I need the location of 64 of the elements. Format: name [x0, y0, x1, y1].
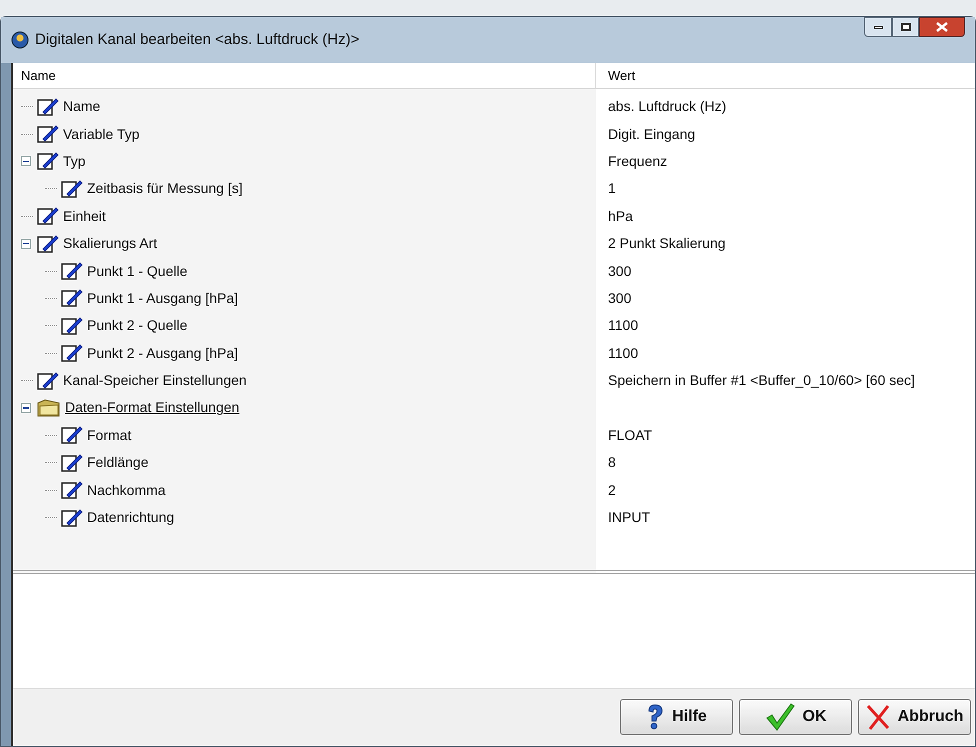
- property-name: Punkt 1 - Ausgang [hPa]: [87, 288, 238, 308]
- edit-document-icon: [61, 288, 83, 308]
- property-value: Digit. Eingang: [607, 124, 696, 144]
- edit-document-icon: [61, 508, 83, 528]
- edit-document-icon: [61, 343, 83, 364]
- edit-document-icon: [61, 425, 83, 446]
- property-value: 2 Punkt Skalierung: [607, 234, 726, 254]
- question-mark-icon: [646, 704, 664, 730]
- edit-document-icon: [37, 124, 59, 144]
- dialog-button[interactable]: Abbruch: [858, 698, 971, 734]
- window-title: Digitalen Kanal bearbeiten <abs. Luftdruck (Hz)>: [35, 30, 360, 50]
- edit-document-icon: [37, 206, 59, 226]
- property-value: 8: [607, 453, 616, 472]
- property-value: 300: [607, 288, 632, 308]
- edit-document-icon: [61, 316, 83, 336]
- property-name: Zeitbasis für Messung [s]: [87, 179, 243, 198]
- property-name: Skalierungs Art: [63, 234, 158, 254]
- close-icon: [936, 22, 948, 32]
- property-value: Frequenz: [607, 152, 668, 171]
- cross-icon: [866, 704, 890, 730]
- app-icon: [11, 31, 29, 49]
- property-name: Nachkomma: [87, 480, 166, 500]
- property-name: Typ: [63, 152, 86, 171]
- edit-document-icon: [61, 178, 83, 199]
- property-value: Speichern in Buffer #1 <Buffer_0_10/60> [60 sec]: [607, 371, 915, 390]
- folder-icon: [37, 398, 61, 418]
- collapse-toggle[interactable]: [21, 402, 31, 413]
- property-name: Punkt 2 - Quelle: [87, 316, 188, 336]
- maximize-button[interactable]: [892, 17, 919, 37]
- property-value: 2: [607, 480, 616, 500]
- property-value: 1: [607, 179, 616, 198]
- edit-document-icon: [37, 234, 59, 254]
- property-value: INPUT: [607, 508, 650, 528]
- property-name: Name: [63, 97, 100, 116]
- close-button[interactable]: [919, 17, 965, 37]
- property-value: 300: [607, 262, 632, 281]
- property-name: Feldlänge: [87, 453, 148, 472]
- property-name: Format: [87, 426, 132, 445]
- collapse-toggle[interactable]: [21, 156, 31, 166]
- edit-document-icon: [61, 452, 83, 473]
- column-header[interactable]: Wert: [596, 63, 975, 88]
- edit-document-icon: [37, 151, 59, 172]
- edit-document-icon: [61, 480, 83, 500]
- edit-document-icon: [37, 370, 59, 391]
- property-name: Punkt 1 - Quelle: [87, 262, 188, 281]
- edit-document-icon: [61, 261, 83, 282]
- edit-document-icon: [37, 96, 59, 117]
- property-name: Einheit: [63, 206, 106, 226]
- property-value: FLOAT: [607, 426, 652, 445]
- property-value: hPa: [607, 206, 633, 226]
- minimize-button[interactable]: [864, 17, 892, 37]
- property-value: 1100: [607, 344, 638, 363]
- property-name: Daten-Format Einstellungen: [65, 398, 240, 418]
- column-header[interactable]: Name: [13, 63, 596, 88]
- collapse-toggle[interactable]: [21, 238, 31, 249]
- property-name: Datenrichtung: [87, 508, 174, 528]
- property-name: Kanal-Speicher Einstellungen: [63, 371, 247, 390]
- checkmark-icon: [764, 702, 794, 730]
- dialog-button[interactable]: Hilfe: [620, 698, 733, 734]
- property-value: abs. Luftdruck (Hz): [607, 97, 726, 116]
- dialog-button[interactable]: OK: [739, 698, 852, 734]
- property-value: 1100: [607, 316, 638, 336]
- property-name: Variable Typ: [63, 124, 140, 144]
- property-name: Punkt 2 - Ausgang [hPa]: [87, 344, 238, 363]
